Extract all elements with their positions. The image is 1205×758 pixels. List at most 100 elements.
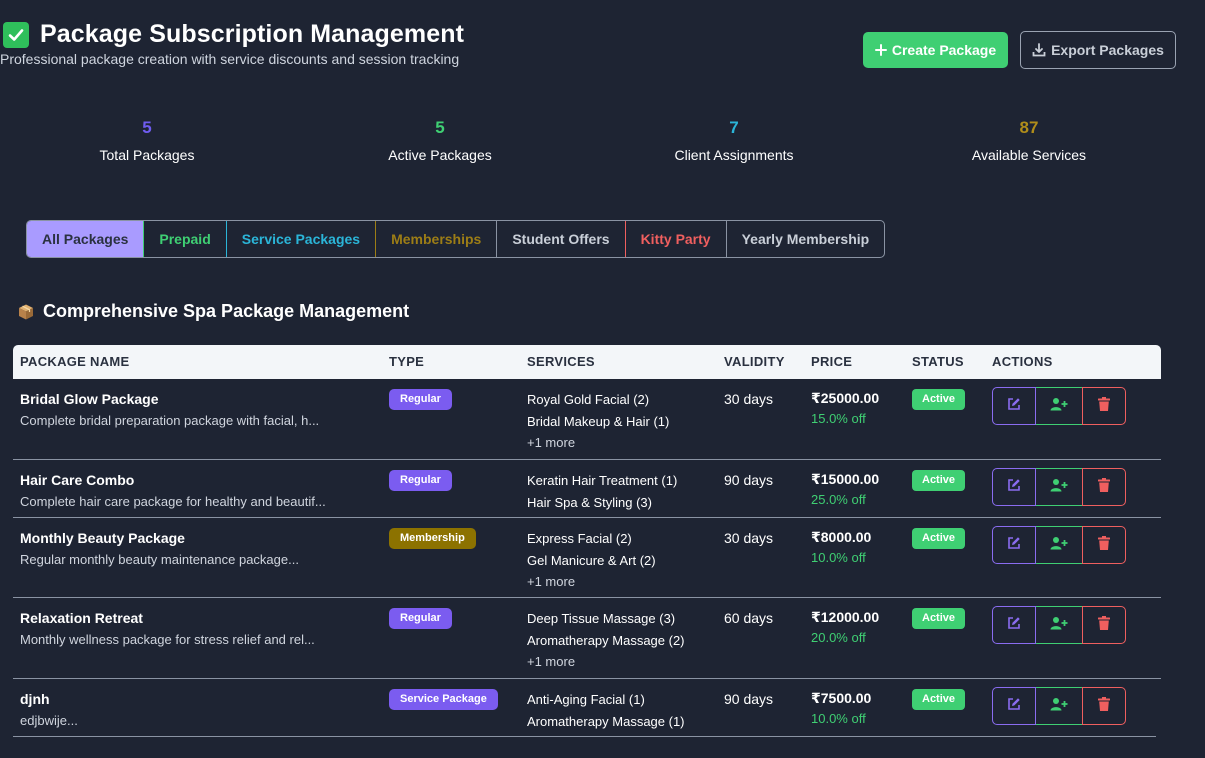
tab-memberships[interactable]: Memberships	[375, 221, 496, 257]
stat-available-services: 87 Available Services	[882, 118, 1176, 163]
section-title: Comprehensive Spa Package Management	[17, 301, 409, 322]
stats-row: 5 Total Packages 5 Active Packages 7 Cli…	[0, 118, 1176, 178]
tab-prepaid[interactable]: Prepaid	[143, 221, 225, 257]
tab-service-packages[interactable]: Service Packages	[225, 221, 375, 257]
delete-button[interactable]	[1082, 468, 1126, 506]
edit-button[interactable]	[992, 606, 1036, 644]
table-row: djnh edjbwije... Service Package Anti-Ag…	[13, 679, 1156, 737]
package-description: Complete hair care package for healthy a…	[20, 494, 326, 509]
header-price[interactable]: PRICE	[811, 345, 852, 379]
discount: 10.0% off	[811, 711, 866, 726]
package-type-badge: Regular	[389, 608, 452, 629]
edit-button[interactable]	[992, 687, 1036, 725]
service-item: Hair Spa & Styling (3)	[527, 494, 652, 510]
tab-all-packages[interactable]: All Packages	[27, 221, 144, 257]
delete-button[interactable]	[1082, 526, 1126, 564]
header-status[interactable]: STATUS	[912, 345, 964, 379]
page-title: Package Subscription Management	[40, 20, 465, 48]
user-plus-icon	[1050, 697, 1068, 716]
package-name: Monthly Beauty Package	[20, 530, 185, 546]
assign-client-button[interactable]	[1036, 687, 1082, 725]
export-packages-label: Export Packages	[1051, 42, 1164, 58]
table-row: Bridal Glow Package Complete bridal prep…	[13, 379, 1161, 460]
trash-icon	[1098, 615, 1110, 635]
status-badge: Active	[912, 689, 966, 710]
package-name-cell: djnh edjbwije...	[20, 691, 78, 728]
header-services[interactable]: SERVICES	[527, 345, 595, 379]
edit-button[interactable]	[992, 387, 1036, 425]
price-cell: ₹8000.00 10.0% off	[811, 529, 871, 565]
header-package-name[interactable]: PACKAGE NAME	[20, 345, 130, 379]
delete-button[interactable]	[1082, 606, 1126, 644]
status-badge: Active	[912, 389, 966, 410]
assign-client-button[interactable]	[1036, 606, 1082, 644]
edit-icon	[1007, 397, 1021, 416]
status-badge: Active	[912, 608, 966, 629]
user-plus-icon	[1050, 478, 1068, 497]
edit-button[interactable]	[992, 526, 1036, 564]
stat-value: 87	[1019, 118, 1039, 137]
actions-cell	[992, 468, 1126, 506]
page-subtitle: Professional package creation with servi…	[0, 51, 460, 67]
download-icon	[1032, 43, 1046, 57]
price: ₹8000.00	[811, 529, 872, 545]
actions-cell	[992, 387, 1126, 425]
validity: 30 days	[724, 391, 774, 407]
status-cell: Active	[912, 470, 966, 491]
edit-button[interactable]	[992, 468, 1036, 506]
table-row: Monthly Beauty Package Regular monthly b…	[13, 518, 1161, 598]
user-plus-icon	[1050, 616, 1068, 635]
service-item: Anti-Aging Facial (1)	[527, 692, 645, 707]
tab-kitty-party[interactable]: Kitty Party	[624, 221, 726, 257]
create-package-button[interactable]: Create Package	[863, 32, 1008, 68]
status-cell: Active	[912, 689, 966, 710]
delete-button[interactable]	[1082, 687, 1126, 725]
stat-value: 5	[142, 118, 152, 137]
package-type-badge: Regular	[389, 389, 452, 410]
more-services-link[interactable]: +1 more	[527, 434, 669, 456]
assign-client-button[interactable]	[1036, 526, 1082, 564]
service-item: Deep Tissue Massage (3)	[527, 611, 676, 626]
status-cell: Active	[912, 608, 966, 629]
package-description: Monthly wellness package for stress reli…	[20, 632, 315, 647]
export-packages-button[interactable]: Export Packages	[1020, 31, 1176, 69]
trash-icon	[1098, 396, 1110, 416]
discount: 10.0% off	[811, 550, 866, 565]
stat-value: 5	[435, 118, 445, 137]
actions-cell	[992, 606, 1126, 644]
package-name: Hair Care Combo	[20, 472, 135, 488]
header-type[interactable]: TYPE	[389, 345, 424, 379]
stat-label: Client Assignments	[674, 147, 794, 163]
service-item: Aromatherapy Massage (2)	[527, 632, 685, 648]
validity: 90 days	[724, 691, 774, 707]
service-item: Gel Manicure & Art (2)	[527, 552, 656, 568]
trash-icon	[1098, 696, 1110, 716]
package-description: edjbwije...	[20, 713, 78, 728]
tab-yearly-membership[interactable]: Yearly Membership	[725, 221, 885, 257]
package-name-cell: Relaxation Retreat Monthly wellness pack…	[20, 610, 315, 647]
service-item: Aromatherapy Massage (1)	[527, 713, 685, 729]
services-cell: Keratin Hair Treatment (1) Hair Spa & Sty…	[527, 472, 677, 515]
type-cell: Regular	[389, 389, 452, 410]
assign-client-button[interactable]	[1036, 387, 1082, 425]
package-description: Regular monthly beauty maintenance packa…	[20, 552, 299, 567]
more-services-link[interactable]: +1 more	[527, 653, 685, 675]
price-cell: ₹15000.00 25.0% off	[811, 471, 879, 507]
table-row: Relaxation Retreat Monthly wellness pack…	[13, 598, 1161, 679]
header-validity[interactable]: VALIDITY	[724, 345, 785, 379]
package-filter-tabs: All Packages Prepaid Service Packages Me…	[26, 220, 886, 258]
trash-icon	[1098, 477, 1110, 497]
discount: 25.0% off	[811, 492, 866, 507]
more-services-link[interactable]: +1 more	[527, 573, 656, 595]
delete-button[interactable]	[1082, 387, 1126, 425]
assign-client-button[interactable]	[1036, 468, 1082, 506]
price: ₹7500.00	[811, 690, 872, 706]
validity: 30 days	[724, 530, 774, 546]
tab-student-offers[interactable]: Student Offers	[496, 221, 624, 257]
package-type-badge: Membership	[389, 528, 476, 549]
validity: 90 days	[724, 472, 774, 488]
stat-label: Active Packages	[388, 147, 492, 163]
edit-icon	[1007, 616, 1021, 635]
discount: 15.0% off	[811, 411, 866, 426]
service-item: Express Facial (2)	[527, 531, 632, 546]
